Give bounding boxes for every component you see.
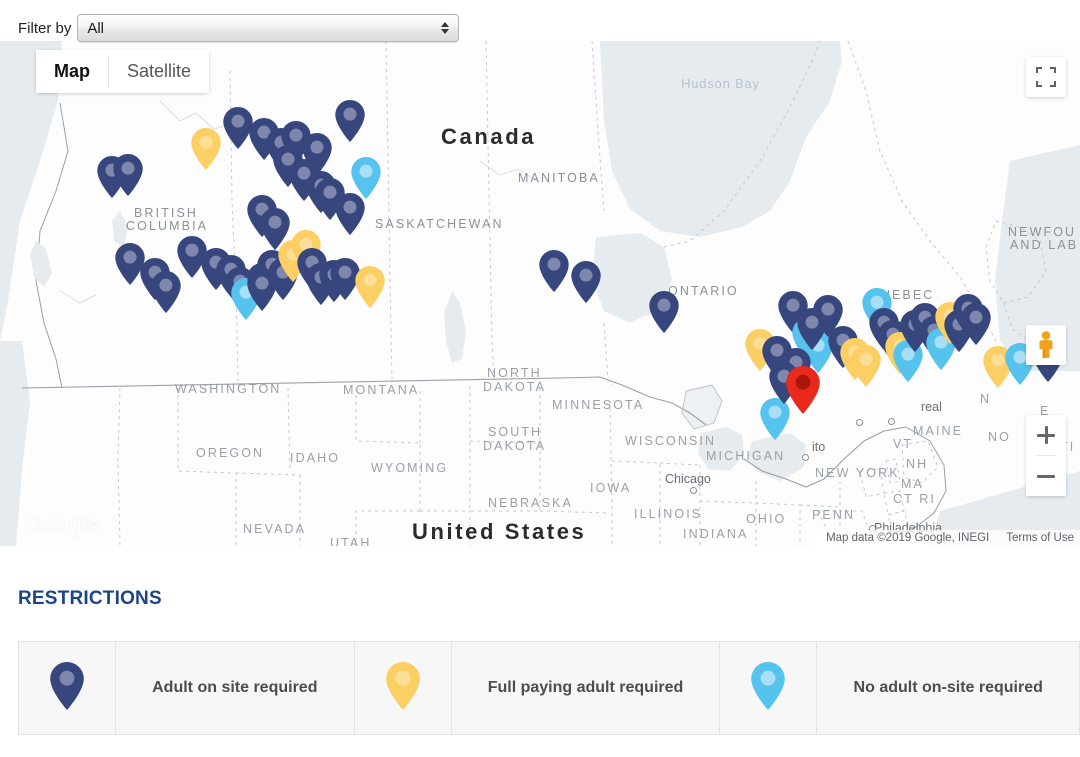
map-canvas: Hudson Bay Canada MANITOBA SASKATCHEWAN BRIT… <box>0 41 1080 546</box>
google-map[interactable]: Hudson Bay Canada MANITOBA SASKATCHEWAN BRIT… <box>0 41 1080 546</box>
map-type-control[interactable]: Map Satellite <box>36 50 210 93</box>
legend-icon-cell <box>19 642 116 735</box>
legend-label-cell: No adult on-site required <box>817 642 1080 735</box>
fullscreen-button[interactable] <box>1026 57 1066 97</box>
select-stepper-icon <box>441 22 450 34</box>
map-pin-yellow-icon <box>385 661 420 715</box>
legend-icon-cell <box>354 642 452 735</box>
plus-icon-v <box>1044 426 1048 444</box>
legend-label-cell: Full paying adult required <box>451 642 721 735</box>
map-pin-dark-blue-icon <box>50 661 84 715</box>
filter-label: Filter by <box>18 19 72 37</box>
restrictions-legend-table: Adult on site required Full paying adult … <box>18 641 1080 735</box>
filter-selected-value: All <box>87 19 105 37</box>
legend-label-cell: Adult on site required <box>116 642 355 735</box>
google-logo: Google <box>26 512 100 537</box>
map-type-satellite-button[interactable]: Satellite <box>109 50 210 93</box>
street-view-pegman-button[interactable] <box>1026 325 1066 365</box>
terms-of-use-link[interactable]: Terms of Use <box>1006 532 1074 544</box>
zoom-out-button[interactable] <box>1026 456 1066 496</box>
map-attribution: Map data ©2019 Google, INEGI Terms of Us… <box>816 530 1080 546</box>
map-basemap <box>0 41 1080 546</box>
filter-select[interactable]: All <box>77 14 460 42</box>
map-data-credit: Map data ©2019 Google, INEGI <box>826 532 990 544</box>
zoom-control[interactable] <box>1026 415 1066 496</box>
minus-icon <box>1037 474 1055 478</box>
map-type-map-button[interactable]: Map <box>36 50 108 93</box>
page-root: Filter by All Hudson Bay Canada MANITOBA… <box>0 0 1080 757</box>
zoom-in-button[interactable] <box>1026 415 1066 455</box>
filter-bar: Filter by All <box>18 14 460 42</box>
legend-icon-cell <box>720 642 818 735</box>
map-pin-light-blue-icon <box>751 661 786 715</box>
restrictions-title: RESTRICTIONS <box>18 588 162 609</box>
